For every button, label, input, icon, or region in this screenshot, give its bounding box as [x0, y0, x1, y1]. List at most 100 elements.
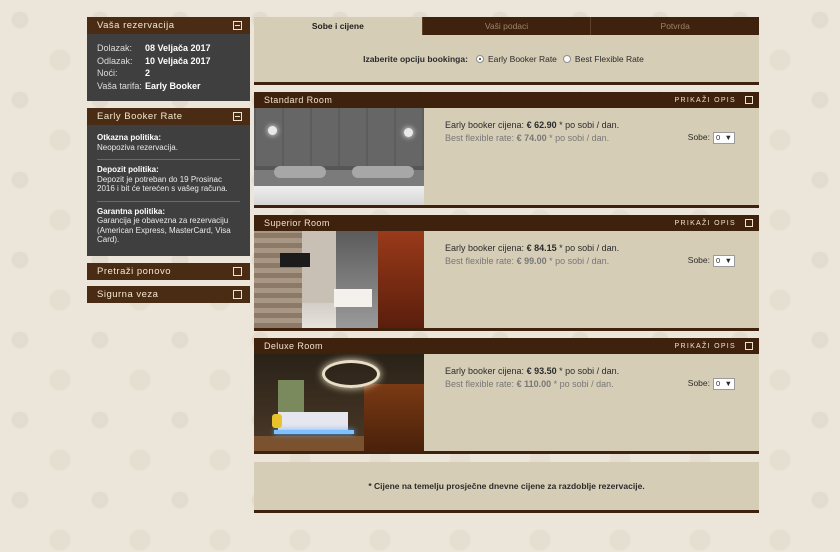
sidebar: Vaša rezervacija Dolazak: 08 Veljača 201…: [87, 17, 250, 309]
search-again-header[interactable]: Pretraži ponovo: [87, 262, 250, 280]
price-label: Early booker cijena:: [445, 366, 525, 376]
secure-connection-panel: Sigurna veza: [87, 285, 250, 303]
search-again-title: Pretraži ponovo: [97, 265, 172, 277]
radio-early-booker[interactable]: Early Booker Rate: [475, 53, 557, 64]
rooms-select-value: 0: [716, 133, 721, 142]
checkbox-icon[interactable]: [745, 342, 753, 350]
summary-value: Early Booker: [145, 80, 201, 91]
secure-connection-header[interactable]: Sigurna veza: [87, 285, 250, 303]
price-value: € 74.00: [516, 133, 547, 143]
price-label: Best flexible rate:: [445, 133, 515, 143]
guarantee-policy: Garantna politika: Garancija je obavezna…: [97, 200, 240, 252]
step-tabs: Sobe i cijene Vaši podaci Potvrda: [254, 17, 760, 35]
price-value: € 110.00: [516, 379, 552, 389]
rooms-select[interactable]: 0 ▼: [713, 131, 735, 144]
summary-label: Dolazak:: [97, 43, 133, 53]
rate-title: Early Booker Rate: [97, 111, 183, 122]
policy-title: Garantna politika:: [97, 206, 166, 216]
reservation-header[interactable]: Vaša rezervacija: [87, 17, 250, 34]
price-value: € 62.90: [526, 120, 557, 130]
main-content: Sobe i cijene Vaši podaci Potvrda Izaber…: [254, 17, 760, 513]
room-photo[interactable]: [254, 354, 424, 451]
rate-header[interactable]: Early Booker Rate: [87, 108, 250, 125]
reservation-panel: Vaša rezervacija Dolazak: 08 Veljača 201…: [87, 17, 250, 101]
summary-label: Odlazak:: [97, 55, 133, 66]
rooms-select[interactable]: 0 ▼: [713, 254, 735, 267]
rooms-quantity: Sobe: 0 ▼: [688, 131, 735, 144]
room-header-actions: PRIKAŽI OPIS: [675, 219, 753, 227]
room-body: Early booker cijena: € 93.50 * po sobi /…: [254, 354, 759, 451]
policy-title: Depozit politika:: [97, 165, 159, 174]
room-title: Standard Room: [264, 95, 333, 105]
rate-policies: Otkazna politika: Neopoziva rezervacija.…: [87, 125, 250, 256]
summary-value: 08 Veljača 2017: [145, 43, 211, 53]
room-superior: Superior Room PRIKAŽI OPIS Early booker …: [254, 215, 759, 331]
booking-options: Izaberite opciju bookinga: Early Booker …: [254, 35, 759, 85]
summary-label: Noći:: [97, 68, 118, 78]
cancellation-policy: Otkazna politika: Neopoziva rezervacija.: [97, 128, 240, 159]
price-footnote: * Cijene na temelju prosječne dnevne cij…: [254, 462, 759, 513]
price-label: Best flexible rate:: [445, 256, 515, 266]
summary-label: Vaša tarifa:: [97, 80, 142, 91]
room-photo[interactable]: [254, 231, 424, 328]
price-label: Early booker cijena:: [445, 120, 525, 130]
rooms-select-value: 0: [716, 379, 721, 388]
show-description-link[interactable]: PRIKAŽI OPIS: [675, 97, 737, 104]
price-unit: * po sobi / dan.: [559, 366, 620, 376]
collapse-icon[interactable]: [233, 21, 242, 30]
radio-best-flexible[interactable]: Best Flexible Rate: [562, 53, 644, 64]
rate-panel: Early Booker Rate Otkazna politika: Neop…: [87, 108, 250, 256]
rooms-select[interactable]: 0 ▼: [713, 377, 735, 390]
rooms-quantity: Sobe: 0 ▼: [688, 254, 735, 267]
tab-confirmation[interactable]: Potvrda: [590, 17, 760, 35]
caret-down-icon: ▼: [724, 379, 732, 388]
caret-down-icon: ▼: [724, 133, 732, 142]
room-header-actions: PRIKAŽI OPIS: [675, 96, 753, 104]
room-header: Deluxe Room PRIKAŽI OPIS: [254, 338, 759, 354]
collapse-icon[interactable]: [233, 112, 242, 121]
checkbox-icon[interactable]: [745, 96, 753, 104]
checkbox-icon[interactable]: [745, 219, 753, 227]
price-unit: * po sobi / dan.: [559, 243, 620, 253]
deposit-policy: Depozit politika: Depozit je potreban do…: [97, 159, 240, 201]
price-label: Early booker cijena:: [445, 243, 525, 253]
reservation-summary: Dolazak: 08 Veljača 2017 Odlazak: 10 Vel…: [87, 34, 250, 101]
rooms-label: Sobe:: [687, 255, 710, 265]
show-description-link[interactable]: PRIKAŽI OPIS: [675, 220, 737, 227]
policy-title: Otkazna politika:: [97, 133, 162, 142]
show-description-link[interactable]: PRIKAŽI OPIS: [675, 343, 737, 350]
expand-icon[interactable]: [233, 289, 242, 299]
summary-value: 10 Veljača 2017: [145, 55, 211, 66]
radio-checked-icon[interactable]: [475, 54, 484, 63]
room-deluxe: Deluxe Room PRIKAŽI OPIS Early booker ci…: [254, 338, 759, 454]
tab-your-details[interactable]: Vaši podaci: [421, 17, 591, 35]
secure-connection-title: Sigurna veza: [97, 288, 159, 300]
summary-row-nights: Noći: 2: [97, 67, 240, 80]
price-unit: * po sobi / dan.: [549, 256, 610, 266]
room-pricing: Early booker cijena: € 62.90 * po sobi /…: [424, 108, 759, 205]
radio-label: Best Flexible Rate: [574, 53, 644, 64]
room-body: Early booker cijena: € 62.90 * po sobi /…: [254, 108, 759, 205]
price-value: € 84.15: [526, 243, 557, 253]
radio-unchecked-icon[interactable]: [562, 54, 571, 63]
tab-rooms-prices[interactable]: Sobe i cijene: [254, 17, 422, 35]
room-pricing: Early booker cijena: € 84.15 * po sobi /…: [424, 231, 759, 328]
radio-label: Early Booker Rate: [487, 53, 557, 64]
price-unit: * po sobi / dan.: [553, 379, 614, 389]
room-title: Deluxe Room: [264, 341, 323, 351]
summary-row-rate: Vaša tarifa: Early Booker: [97, 80, 240, 93]
room-photo[interactable]: [254, 108, 424, 205]
room-pricing: Early booker cijena: € 93.50 * po sobi /…: [424, 354, 759, 451]
room-body: Early booker cijena: € 84.15 * po sobi /…: [254, 231, 759, 328]
summary-value: 2: [145, 68, 151, 78]
rooms-select-value: 0: [716, 256, 721, 265]
price-unit: * po sobi / dan.: [549, 133, 610, 143]
room-header: Standard Room PRIKAŽI OPIS: [254, 92, 759, 108]
search-again-panel: Pretraži ponovo: [87, 262, 250, 280]
price-label: Best flexible rate:: [445, 379, 515, 389]
rooms-quantity: Sobe: 0 ▼: [688, 377, 735, 390]
room-header: Superior Room PRIKAŽI OPIS: [254, 215, 759, 231]
expand-icon[interactable]: [233, 266, 242, 276]
summary-row-departure: Odlazak: 10 Veljača 2017: [97, 55, 240, 68]
policy-text: Neopoziva rezervacija.: [97, 142, 178, 152]
